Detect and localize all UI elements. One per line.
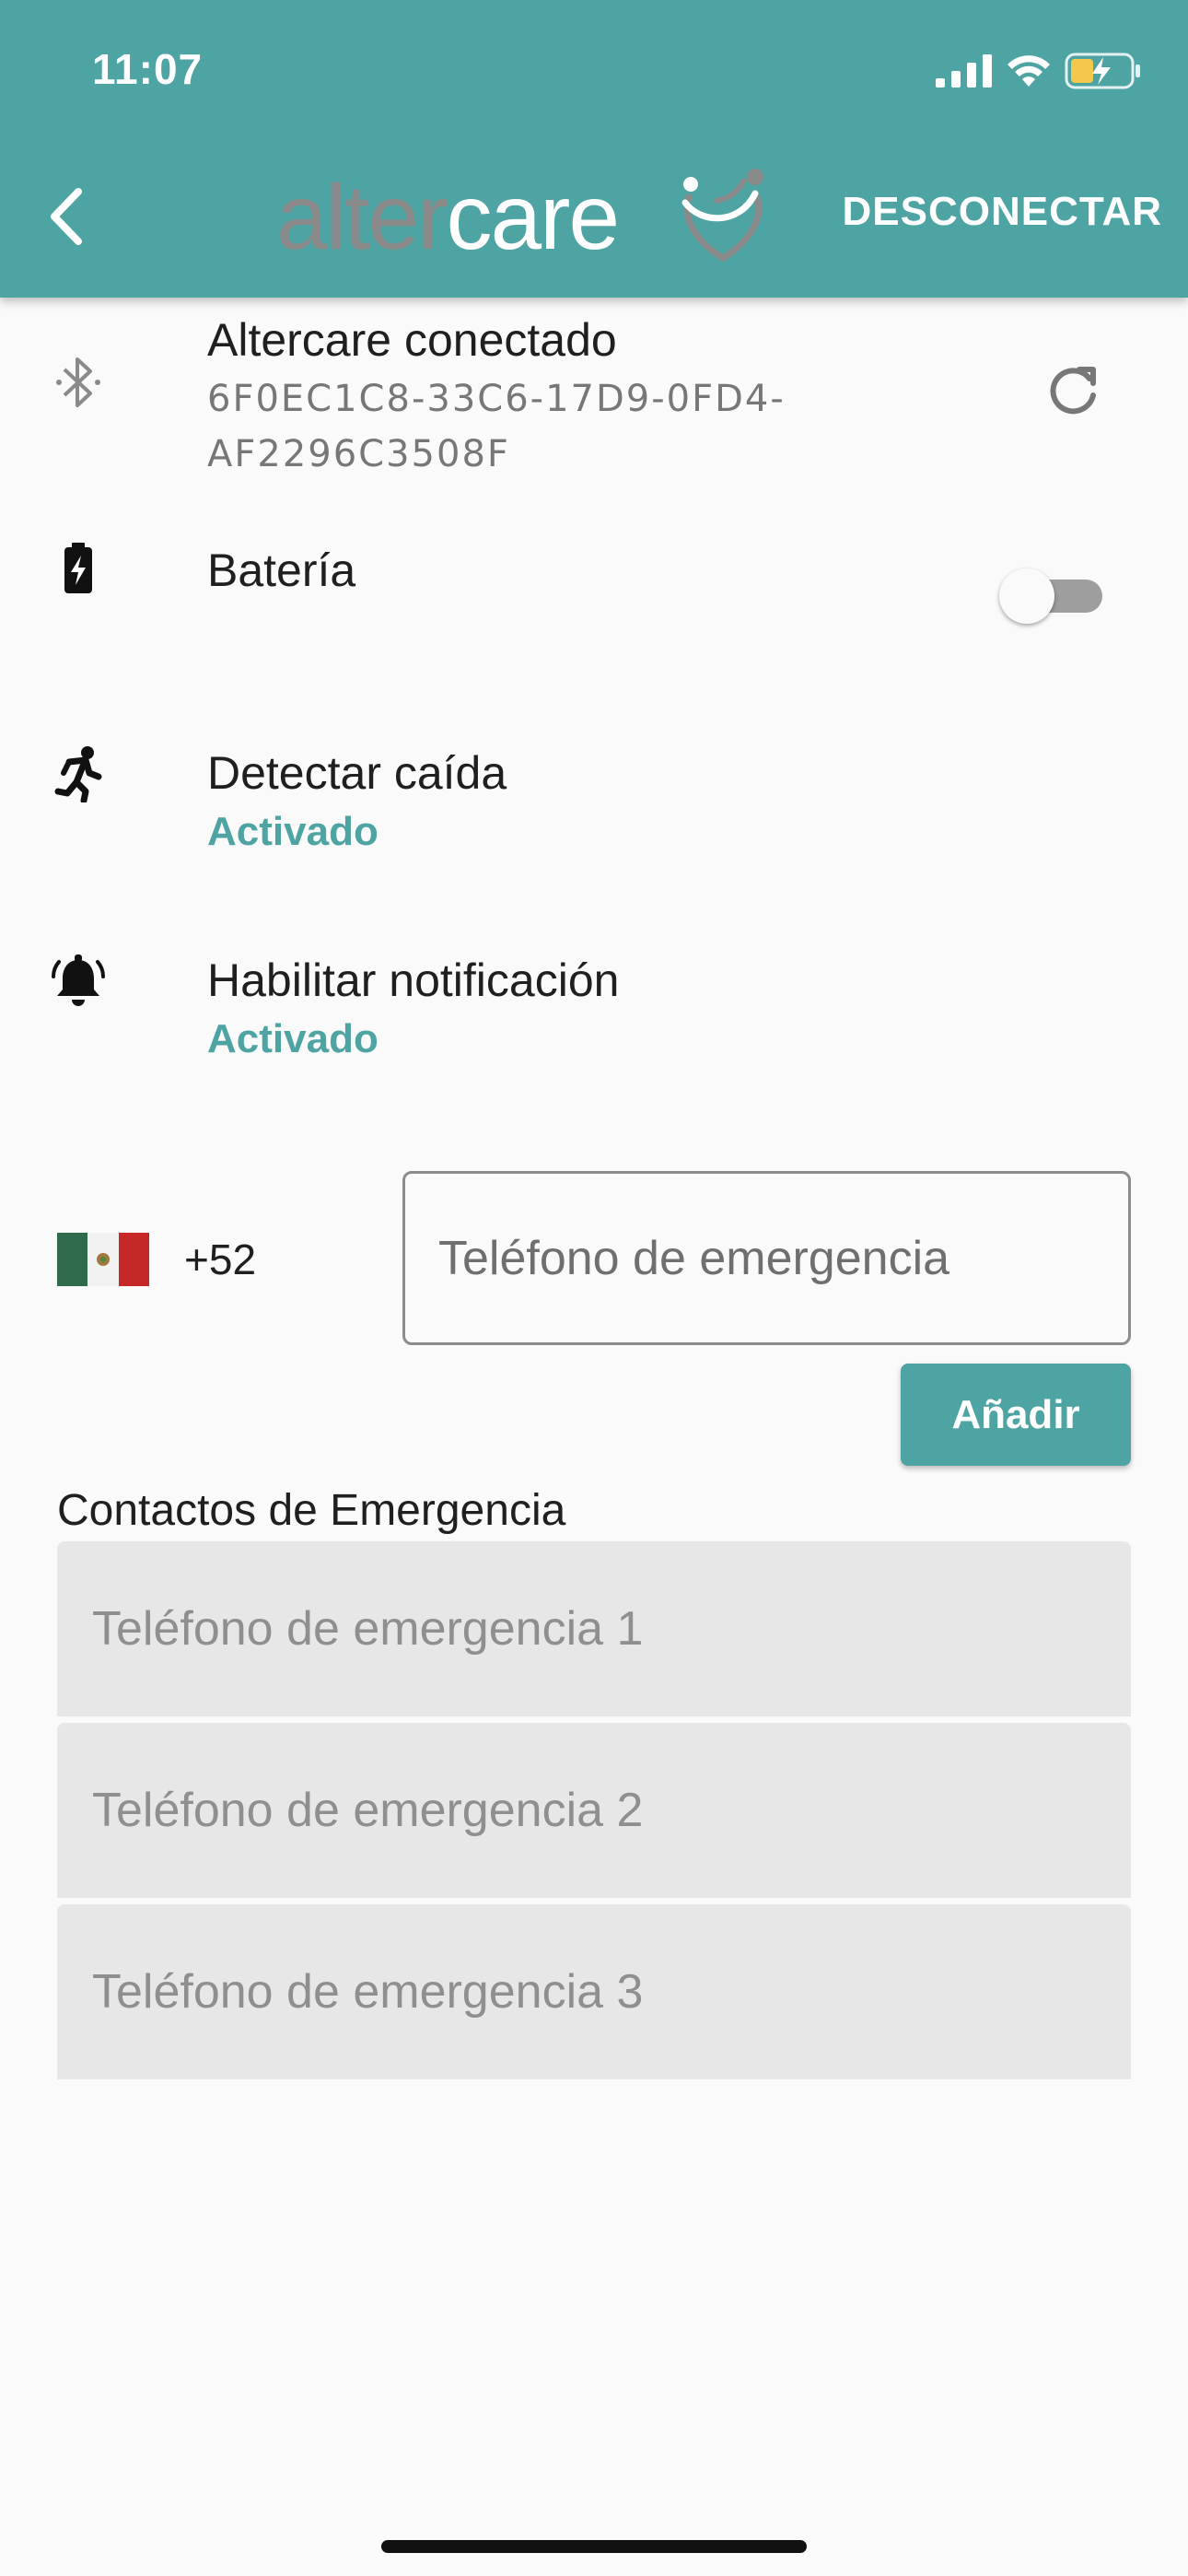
mexico-flag-icon[interactable]	[57, 1233, 149, 1286]
battery-title: Batería	[207, 544, 356, 596]
device-id: 6F0EC1C8-33C6-17D9-0FD4-AF2296C3508F	[207, 378, 786, 475]
emergency-contact-field[interactable]: Teléfono de emergencia 2	[57, 1723, 1131, 1900]
logo-wordmark: altercare	[276, 171, 620, 263]
emergency-phone-input[interactable]	[402, 1171, 1131, 1345]
status-time: 11:07	[92, 45, 204, 93]
signal-icon	[936, 54, 992, 88]
notification-title: Habilitar notificación	[207, 954, 620, 1006]
contact-placeholder: Teléfono de emergencia 2	[92, 1784, 644, 1837]
add-button[interactable]: Añadir	[901, 1364, 1131, 1466]
dial-code[interactable]: +52	[184, 1235, 256, 1284]
heart-logo-icon	[681, 169, 763, 263]
wifi-icon	[1007, 55, 1050, 87]
home-indicator	[381, 2540, 807, 2553]
fall-detection-title: Detectar caída	[207, 747, 507, 799]
logo-part-alter: alter	[276, 166, 448, 269]
emergency-contact-field[interactable]: Teléfono de emergencia 3	[57, 1904, 1131, 2081]
refresh-button[interactable]	[1041, 359, 1105, 424]
emergency-contact-field[interactable]: Teléfono de emergencia 1	[57, 1541, 1131, 1718]
device-title: Altercare conectado	[207, 314, 617, 366]
battery-charging-icon	[1065, 53, 1140, 89]
battery-toggle[interactable]	[999, 568, 1105, 624]
fall-detection-status: Activado	[207, 809, 379, 854]
disconnect-button[interactable]: DESCONECTAR	[842, 189, 1162, 235]
toggle-thumb	[999, 568, 1054, 624]
logo-part-care: care	[446, 166, 621, 269]
app-bar: 11:07 altercare DESCONECTAR	[0, 0, 1188, 298]
running-person-icon	[46, 742, 111, 806]
refresh-icon	[1050, 367, 1096, 415]
contact-placeholder: Teléfono de emergencia 1	[92, 1602, 644, 1656]
notification-status: Activado	[207, 1016, 379, 1061]
alarm-bell-icon	[46, 949, 111, 1013]
back-button[interactable]	[33, 180, 98, 253]
battery-charging-icon	[46, 536, 111, 601]
chevron-left-icon	[51, 188, 82, 245]
bluetooth-icon	[46, 350, 111, 415]
contact-placeholder: Teléfono de emergencia 3	[92, 1965, 644, 2019]
altercare-logo: altercare	[276, 166, 774, 267]
status-icons	[936, 48, 1142, 94]
contacts-title: Contactos de Emergencia	[57, 1486, 566, 1535]
